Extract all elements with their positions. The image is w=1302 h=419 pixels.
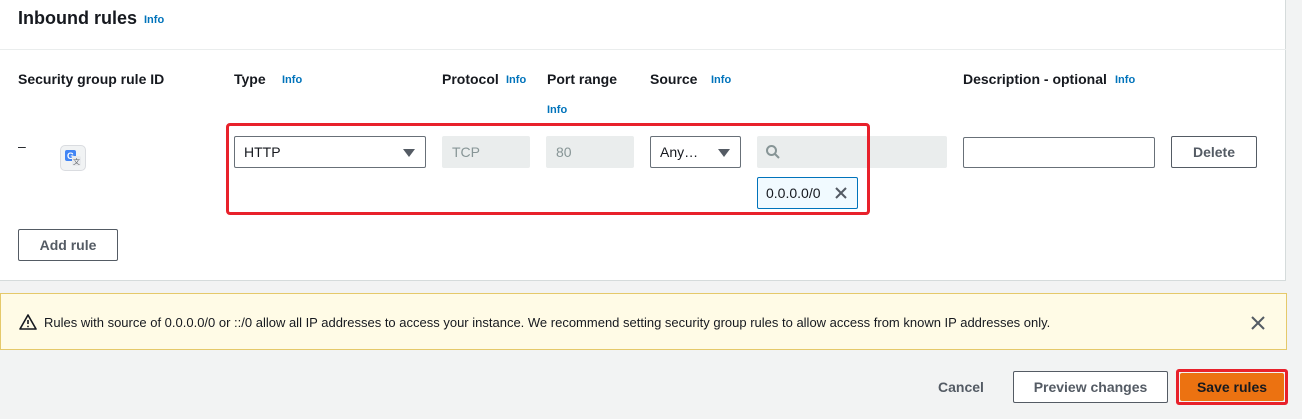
warning-text: Rules with source of 0.0.0.0/0 or ::/0 a… [44,315,1051,330]
close-icon[interactable] [1250,315,1266,331]
column-header-port-range: Port range [547,71,618,87]
column-header-source: Source [650,71,698,87]
caret-down-icon [718,149,730,157]
title-info-link[interactable]: Info [144,14,164,26]
search-icon [766,145,780,159]
port-range-field: 80 [546,136,634,168]
source-info-link[interactable]: Info [711,74,731,86]
protocol-info-link[interactable]: Info [506,74,526,86]
delete-button[interactable]: Delete [1171,136,1257,168]
description-info-link[interactable]: Info [1115,74,1135,86]
header-divider [0,49,1286,50]
source-token-label: 0.0.0.0/0 [766,185,821,201]
column-header-protocol: Protocol [442,71,499,87]
warning-icon [19,314,37,330]
description-input[interactable] [963,137,1155,168]
column-header-description: Description - optional [963,71,1107,87]
caret-down-icon [403,149,415,157]
svg-text:文: 文 [73,157,80,166]
rule-id-value: – [18,138,26,154]
type-select[interactable]: HTTP [234,136,426,168]
add-rule-button[interactable]: Add rule [18,229,118,261]
protocol-value: TCP [452,144,480,160]
column-header-type: Type [234,71,266,87]
save-rules-button[interactable]: Save rules [1180,373,1284,401]
preview-changes-button[interactable]: Preview changes [1013,371,1168,403]
port-range-value: 80 [556,144,572,160]
source-select-value: Any… [660,144,699,160]
save-rules-highlight: Save rules [1176,369,1288,405]
type-select-value: HTTP [244,144,281,160]
inbound-rules-panel: Inbound rules Info Security group rule I… [0,0,1286,281]
port-range-info-link[interactable]: Info [547,104,567,116]
warning-alert: Rules with source of 0.0.0.0/0 or ::/0 a… [0,293,1287,350]
source-select[interactable]: Any… [650,136,741,168]
source-search-input[interactable] [757,136,947,168]
close-icon[interactable] [834,186,848,200]
source-token: 0.0.0.0/0 [757,177,858,209]
protocol-field: TCP [442,136,530,168]
type-info-link[interactable]: Info [282,74,302,86]
translate-icon[interactable]: G 文 [60,145,86,171]
panel-title: Inbound rules [18,8,137,28]
cancel-button[interactable]: Cancel [928,377,994,397]
column-header-rule-id: Security group rule ID [18,71,165,87]
